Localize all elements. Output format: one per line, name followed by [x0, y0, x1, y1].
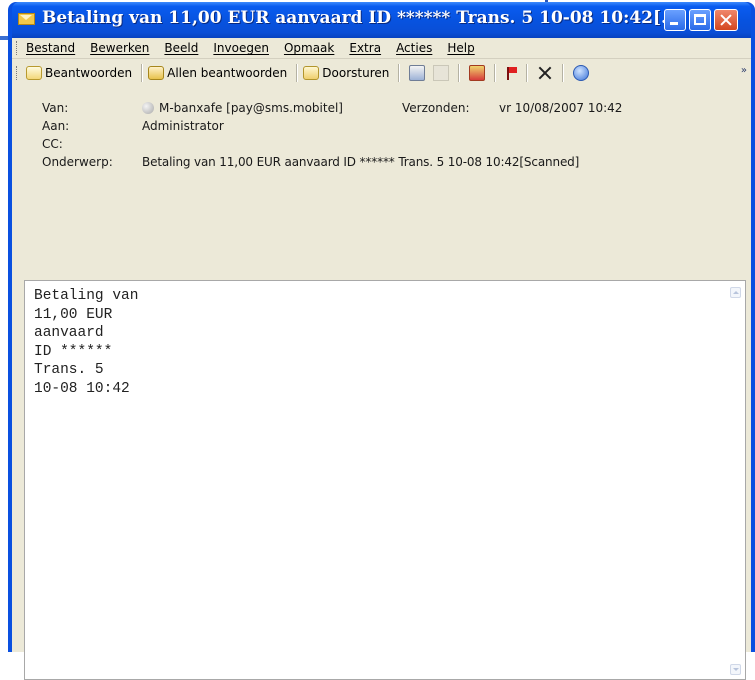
subject-row: Onderwerp: Betaling van 11,00 EUR aanvaa…: [42, 155, 751, 173]
forward-button[interactable]: Doorsturen: [303, 66, 389, 80]
menu-bestand[interactable]: Bestand: [26, 41, 75, 55]
body-line: 11,00 EUR: [34, 306, 113, 323]
reply-all-icon: [148, 66, 165, 80]
menubar-grip-icon[interactable]: [16, 41, 20, 55]
reply-button[interactable]: Beantwoorden: [26, 66, 132, 80]
toolbar-separator: [398, 64, 401, 82]
body-line: Betaling van: [34, 288, 139, 304]
menu-bar: Bestand Bewerken Beeld Invoegen Opmaak E…: [12, 38, 751, 59]
copy-icon[interactable]: [433, 65, 450, 81]
sent-value: vr 10/08/2007 10:42: [499, 101, 623, 115]
message-window: Betaling van 11,00 EUR aanvaard ID *****…: [8, 2, 755, 680]
body-line: ID ******: [34, 343, 113, 360]
toolbar-separator: [562, 64, 565, 82]
body-line: aanvaard: [34, 325, 104, 341]
move-to-folder-icon[interactable]: [469, 65, 486, 81]
reply-button-label: Beantwoorden: [45, 66, 133, 80]
message-body-text: Betaling van 11,00 EUR aanvaard ID *****…: [25, 281, 745, 398]
minimize-button[interactable]: [664, 9, 686, 31]
toolbar-grip-icon[interactable]: [16, 66, 20, 80]
close-button[interactable]: [714, 9, 738, 31]
cc-row: CC:: [42, 137, 751, 155]
menu-help[interactable]: Help: [447, 41, 474, 55]
menu-opmaak[interactable]: Opmaak: [284, 41, 334, 55]
window-title: Betaling van 11,00 EUR aanvaard ID *****…: [42, 8, 679, 28]
reply-all-button[interactable]: Allen beantwoorden: [148, 66, 287, 80]
to-label: Aan:: [42, 119, 70, 133]
body-line: Trans. 5: [34, 362, 104, 378]
toolbar: Beantwoorden Allen beantwoorden Doorstur…: [12, 59, 751, 87]
cc-label: CC:: [42, 137, 63, 151]
toolbar-separator: [296, 64, 299, 82]
menu-bewerken[interactable]: Bewerken: [90, 41, 149, 55]
mail-envelope-icon: [18, 13, 35, 25]
menu-beeld[interactable]: Beeld: [164, 41, 198, 55]
message-body[interactable]: Betaling van 11,00 EUR aanvaard ID *****…: [24, 280, 746, 680]
sent-label: Verzonden:: [402, 101, 470, 115]
scroll-up-arrow-icon[interactable]: [730, 287, 741, 298]
menu-extra[interactable]: Extra: [349, 41, 381, 55]
from-value: M-banxafe [pay@sms.mobitel]: [159, 101, 343, 115]
menu-acties[interactable]: Acties: [396, 41, 432, 55]
to-row: Aan: Administrator: [42, 119, 751, 137]
help-icon[interactable]: [573, 65, 590, 81]
window-client-area: Bestand Bewerken Beeld Invoegen Opmaak E…: [12, 38, 751, 680]
subject-value: Betaling van 11,00 EUR aanvaard ID *****…: [142, 155, 580, 169]
from-sender[interactable]: M-banxafe [pay@sms.mobitel]: [142, 101, 343, 115]
delete-icon[interactable]: [537, 65, 553, 81]
toolbar-separator: [458, 64, 461, 82]
forward-button-label: Doorsturen: [322, 66, 390, 80]
title-bar[interactable]: Betaling van 11,00 EUR aanvaard ID *****…: [12, 2, 751, 38]
reply-all-button-label: Allen beantwoorden: [167, 66, 288, 80]
from-label: Van:: [42, 101, 69, 115]
print-icon[interactable]: [409, 65, 426, 81]
maximize-button[interactable]: [689, 9, 711, 31]
subject-label: Onderwerp:: [42, 155, 113, 169]
toolbar-overflow-chevron-icon[interactable]: »: [741, 65, 747, 76]
flag-icon[interactable]: [505, 66, 518, 80]
menu-invoegen[interactable]: Invoegen: [213, 41, 269, 55]
reply-icon: [26, 66, 42, 80]
scroll-down-arrow-icon[interactable]: [730, 664, 741, 675]
body-line: 10-08 10:42: [34, 380, 130, 397]
from-row: Van: M-banxafe [pay@sms.mobitel] Verzond…: [42, 101, 751, 119]
toolbar-separator: [494, 64, 497, 82]
toolbar-separator: [526, 64, 529, 82]
toolbar-separator: [141, 64, 144, 82]
message-header: Van: M-banxafe [pay@sms.mobitel] Verzond…: [12, 87, 751, 173]
presence-status-icon: [142, 102, 154, 114]
to-value[interactable]: Administrator: [142, 119, 224, 133]
forward-icon: [303, 66, 320, 80]
